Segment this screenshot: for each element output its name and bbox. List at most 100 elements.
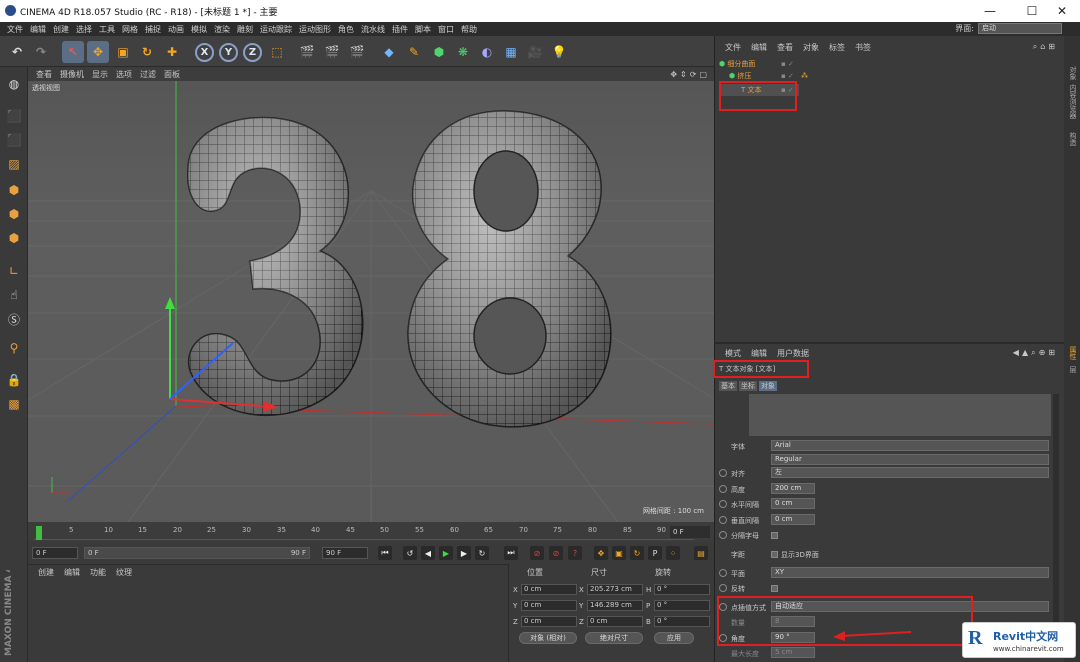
menu-motion-tracking[interactable]: 运动跟踪 xyxy=(260,24,292,35)
render-settings-icon[interactable]: 🎬 xyxy=(346,41,368,63)
planar-workplane-icon[interactable]: ▩ xyxy=(3,393,25,415)
x-axis-lock-icon[interactable]: X xyxy=(195,43,214,62)
key-scale-icon[interactable]: ▣ xyxy=(612,546,626,560)
side-tab-objects[interactable]: 对象 xyxy=(1066,66,1078,80)
keyframe-selection-icon[interactable]: ? xyxy=(568,546,582,560)
current-frame-field[interactable]: 0 F xyxy=(670,526,710,538)
obj-menu-view[interactable]: 查看 xyxy=(777,42,793,53)
redo-icon[interactable]: ↷ xyxy=(30,41,52,63)
coordinate-system-icon[interactable]: ⬚ xyxy=(266,41,288,63)
key-parameter-icon[interactable]: P xyxy=(648,546,662,560)
menu-select[interactable]: 选择 xyxy=(76,24,92,35)
vspace-animate-radio[interactable] xyxy=(719,516,727,524)
menu-pipeline[interactable]: 流水线 xyxy=(361,24,385,35)
start-frame-field[interactable]: 0 F xyxy=(32,547,78,559)
next-key-icon[interactable]: ↻ xyxy=(475,546,489,560)
size-y-field[interactable]: 146.289 cm xyxy=(587,600,643,611)
tab-coordinates[interactable]: 坐标 xyxy=(739,381,757,391)
plane-select[interactable]: XY xyxy=(771,567,1049,578)
obj-manager-search-icons[interactable]: ⌕⌂⊞ xyxy=(1033,42,1058,52)
attr-menu-mode[interactable]: 模式 xyxy=(725,348,741,359)
obj-menu-file[interactable]: 文件 xyxy=(725,42,741,53)
viewport-menu-filter[interactable]: 过滤 xyxy=(140,69,156,80)
menu-simulate[interactable]: 模拟 xyxy=(191,24,207,35)
prev-key-icon[interactable]: ↺ xyxy=(403,546,417,560)
rotate-tool-icon[interactable]: ↻ xyxy=(136,41,158,63)
rot-p-field[interactable]: 0 ° xyxy=(654,600,710,611)
z-axis-lock-icon[interactable]: Z xyxy=(243,43,262,62)
obj-menu-tags[interactable]: 标签 xyxy=(829,42,845,53)
menu-mesh[interactable]: 网格 xyxy=(122,24,138,35)
reverse-checkbox[interactable] xyxy=(771,585,778,592)
menu-help[interactable]: 帮助 xyxy=(461,24,477,35)
model-mode-icon[interactable]: ⬛ xyxy=(3,105,25,127)
side-tab-structure[interactable]: 构造 xyxy=(1066,132,1078,146)
phong-tag-icon[interactable]: ⁂ xyxy=(801,70,808,82)
go-to-end-icon[interactable]: ⏭ xyxy=(504,546,518,560)
play-icon[interactable]: ▶ xyxy=(439,546,453,560)
autokey-icon[interactable]: ⊘ xyxy=(549,546,563,560)
light-icon[interactable]: 💡 xyxy=(548,41,570,63)
layout-select[interactable]: 启动 xyxy=(978,23,1062,34)
minimize-button[interactable]: — xyxy=(972,0,1008,22)
menu-animate[interactable]: 动画 xyxy=(168,24,184,35)
render-picture-viewer-icon[interactable]: 🎬 xyxy=(321,41,343,63)
horizontal-spacing-field[interactable]: 0 cm xyxy=(771,498,815,509)
playhead[interactable] xyxy=(36,526,42,540)
align-animate-radio[interactable] xyxy=(719,469,727,477)
vertical-spacing-field[interactable]: 0 cm xyxy=(771,514,815,525)
text-input-area[interactable] xyxy=(749,394,1051,436)
render-view-icon[interactable]: 🎬 xyxy=(296,41,318,63)
menu-edit[interactable]: 编辑 xyxy=(30,24,46,35)
go-to-start-icon[interactable]: ⏮ xyxy=(378,546,392,560)
cloner-icon[interactable]: ❋ xyxy=(452,41,474,63)
viewport-menu-options[interactable]: 选项 xyxy=(116,69,132,80)
rot-h-field[interactable]: 0 ° xyxy=(654,584,710,595)
axis-mode-icon[interactable]: ∟ xyxy=(3,260,25,282)
texture-mode-icon[interactable]: ⬛ xyxy=(3,129,25,151)
separate-animate-radio[interactable] xyxy=(719,531,727,539)
height-field[interactable]: 200 cm xyxy=(771,483,815,494)
pos-z-field[interactable]: 0 cm xyxy=(521,616,577,627)
menu-render[interactable]: 渲染 xyxy=(214,24,230,35)
lock-workplane-icon[interactable]: 🔒 xyxy=(3,369,25,391)
pos-x-field[interactable]: 0 cm xyxy=(521,584,577,595)
object-row-subdivision[interactable]: ⬢ 细分曲面 ▪ ✓ xyxy=(719,58,1059,70)
tweak-mode-icon[interactable]: ☝ xyxy=(3,284,25,306)
obj-menu-objects[interactable]: 对象 xyxy=(803,42,819,53)
attr-menu-edit[interactable]: 编辑 xyxy=(751,348,767,359)
obj-menu-bookmarks[interactable]: 书签 xyxy=(855,42,871,53)
polygons-mode-icon[interactable]: ⬢ xyxy=(3,227,25,249)
key-rotation-icon[interactable]: ↻ xyxy=(630,546,644,560)
camera-icon[interactable]: 🎥 xyxy=(524,41,546,63)
align-select[interactable]: 左 xyxy=(771,467,1049,478)
scale-tool-icon[interactable]: ▣ xyxy=(112,41,134,63)
3d-viewport[interactable]: 透视视图 网格间距 : 100 cm xyxy=(28,81,714,522)
next-frame-icon[interactable]: ▶ xyxy=(457,546,471,560)
side-tab-layers[interactable]: 层 xyxy=(1066,366,1078,373)
cube-primitive-icon[interactable]: ◆ xyxy=(378,41,400,63)
floor-icon[interactable]: ▦ xyxy=(500,41,522,63)
rot-b-field[interactable]: 0 ° xyxy=(654,616,710,627)
material-menu-function[interactable]: 功能 xyxy=(90,567,106,578)
y-axis-lock-icon[interactable]: Y xyxy=(219,43,238,62)
material-menu-edit[interactable]: 编辑 xyxy=(64,567,80,578)
apply-button[interactable]: 应用 xyxy=(654,632,694,644)
height-animate-radio[interactable] xyxy=(719,485,727,493)
key-pla-icon[interactable]: ⁘ xyxy=(666,546,680,560)
snap-icon[interactable]: Ⓢ xyxy=(3,308,25,330)
menu-sculpt[interactable]: 雕刻 xyxy=(237,24,253,35)
attr-nav-icons[interactable]: ◀▲⌕⊕⊞ xyxy=(1013,348,1058,358)
size-z-field[interactable]: 0 cm xyxy=(587,616,643,627)
timeline-ruler[interactable]: 0 5 10 15 20 25 30 35 40 45 50 55 60 65 … xyxy=(28,522,714,542)
close-button[interactable]: ✕ xyxy=(1044,0,1080,22)
undo-icon[interactable]: ↶ xyxy=(6,41,28,63)
timeline-window-icon[interactable]: ▤ xyxy=(694,546,708,560)
coordinate-mode-select[interactable]: 对象 (相对) xyxy=(519,632,577,644)
side-tab-attributes[interactable]: 属性 xyxy=(1066,346,1078,360)
prev-frame-icon[interactable]: ◀ xyxy=(421,546,435,560)
menu-file[interactable]: 文件 xyxy=(7,24,23,35)
select-arrow-icon[interactable]: ↖ xyxy=(62,41,84,63)
attr-menu-userdata[interactable]: 用户数据 xyxy=(777,348,809,359)
viewport-menu-panel[interactable]: 面板 xyxy=(164,69,180,80)
